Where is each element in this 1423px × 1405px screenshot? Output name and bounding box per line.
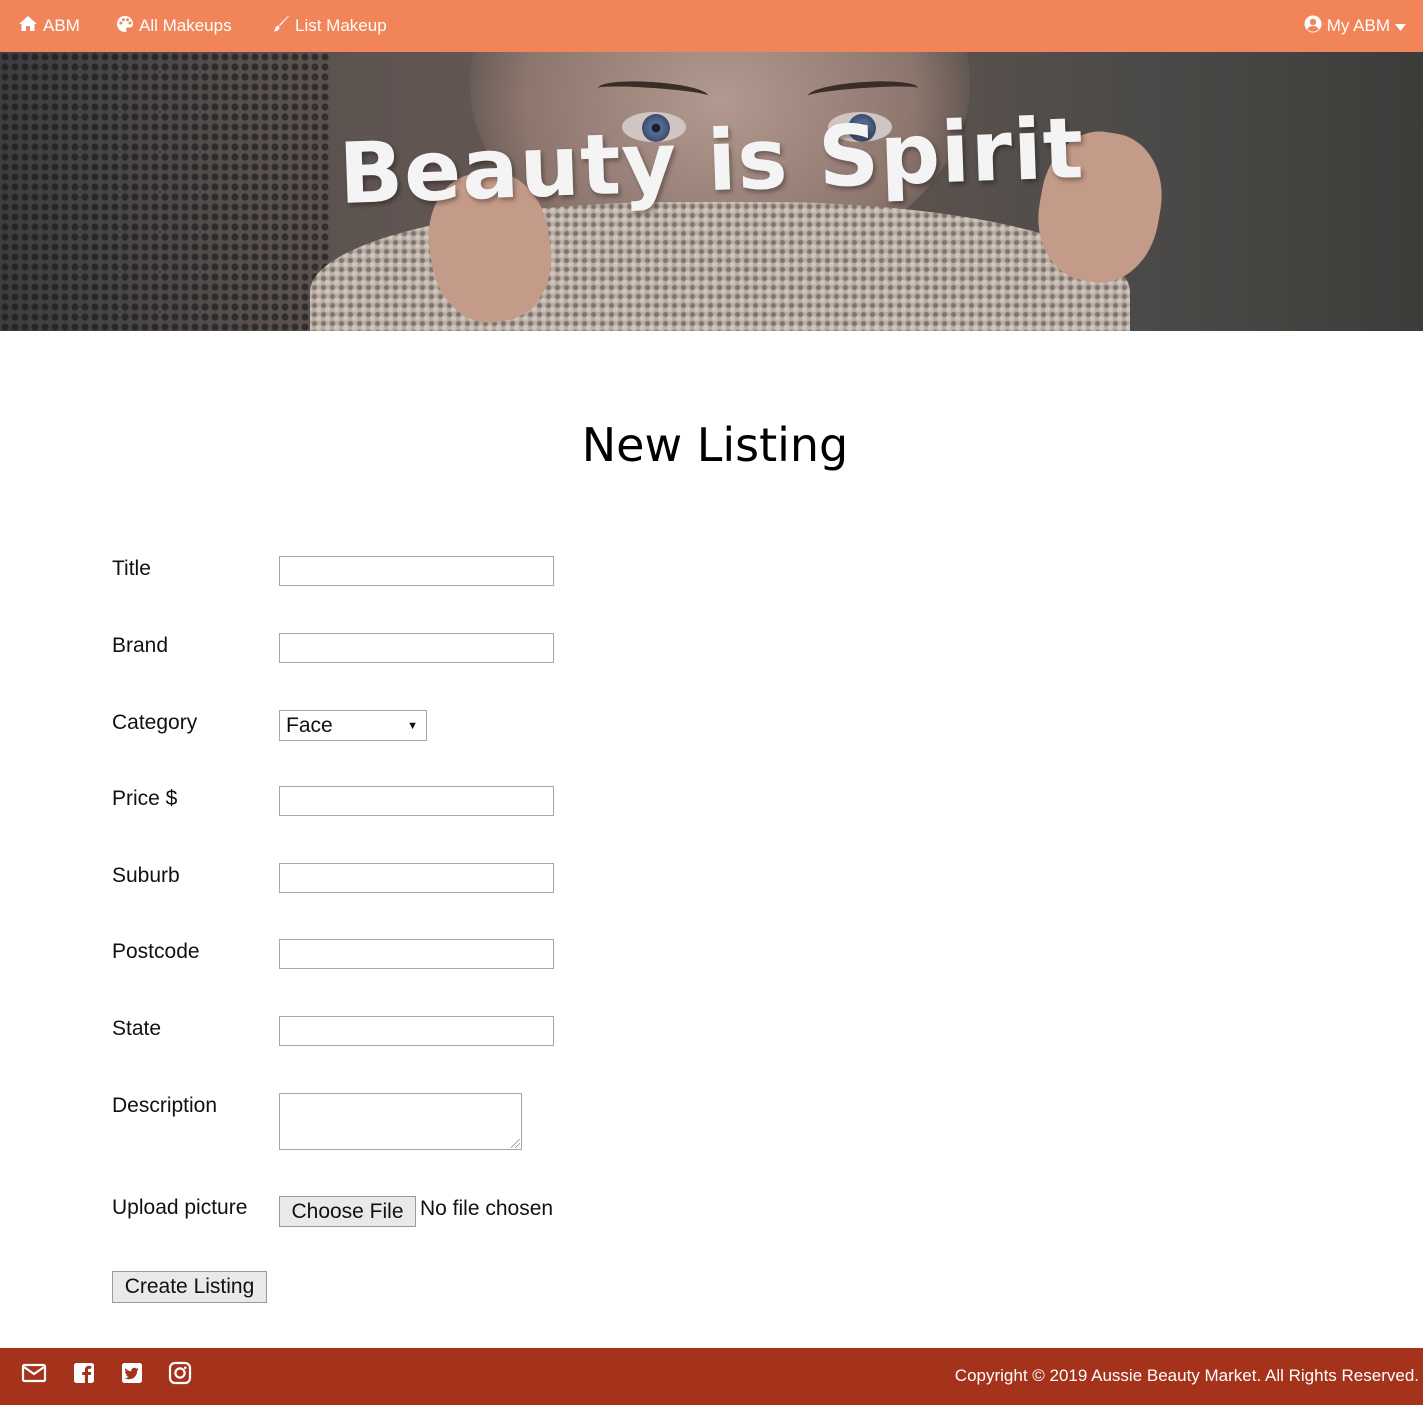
nav-home-link[interactable]: ABM: [18, 0, 80, 52]
title-label: Title: [112, 557, 151, 580]
description-label: Description: [112, 1094, 218, 1117]
category-selected-value: Face: [286, 713, 333, 737]
price-input[interactable]: [279, 786, 554, 816]
price-label: Price $: [112, 787, 178, 810]
instagram-icon[interactable]: [167, 1360, 193, 1386]
nav-list-makeup-label: List Makeup: [295, 16, 387, 35]
nav-all-makeups-label: All Makeups: [139, 16, 232, 35]
twitter-icon[interactable]: [119, 1360, 145, 1386]
palette-icon: [116, 15, 139, 38]
nav-list-makeup-link[interactable]: List Makeup: [272, 0, 387, 52]
nav-home-label: ABM: [43, 16, 80, 35]
state-input[interactable]: [279, 1016, 554, 1046]
brand-label: Brand: [112, 634, 169, 657]
footer: Copyright © 2019 Aussie Beauty Market. A…: [0, 1348, 1423, 1405]
top-navbar: ABM All Makeups List Makeup My ABM: [0, 0, 1423, 52]
dropdown-arrow-icon: ▼: [407, 719, 418, 732]
hero-banner: Beauty is Spirit: [0, 52, 1423, 331]
suburb-label: Suburb: [112, 864, 180, 887]
category-label: Category: [112, 711, 198, 734]
file-status-text: No file chosen: [420, 1197, 554, 1220]
nav-account-dropdown[interactable]: My ABM: [1304, 0, 1411, 52]
home-icon: [18, 15, 43, 37]
nav-all-makeups-link[interactable]: All Makeups: [116, 0, 232, 52]
caret-down-icon: [1395, 16, 1411, 36]
page-title: New Listing: [581, 418, 849, 472]
create-listing-button[interactable]: Create Listing: [112, 1271, 267, 1303]
state-label: State: [112, 1017, 162, 1040]
copyright-text: Copyright © 2019 Aussie Beauty Market. A…: [954, 1366, 1419, 1385]
title-input[interactable]: [279, 556, 554, 586]
suburb-input[interactable]: [279, 863, 554, 893]
description-textarea[interactable]: [279, 1093, 522, 1150]
postcode-label: Postcode: [112, 940, 200, 963]
user-circle-icon: [1304, 15, 1327, 38]
nav-account-label: My ABM: [1326, 16, 1390, 35]
brush-icon: [272, 15, 295, 38]
facebook-icon[interactable]: [71, 1360, 97, 1386]
upload-picture-label: Upload picture: [112, 1196, 248, 1219]
choose-file-button[interactable]: Choose File: [279, 1196, 416, 1227]
postcode-input[interactable]: [279, 939, 554, 969]
brand-input[interactable]: [279, 633, 554, 663]
category-select[interactable]: Face ▼: [279, 710, 427, 741]
mail-icon[interactable]: [21, 1360, 47, 1386]
resize-grip-icon[interactable]: [511, 1139, 520, 1148]
